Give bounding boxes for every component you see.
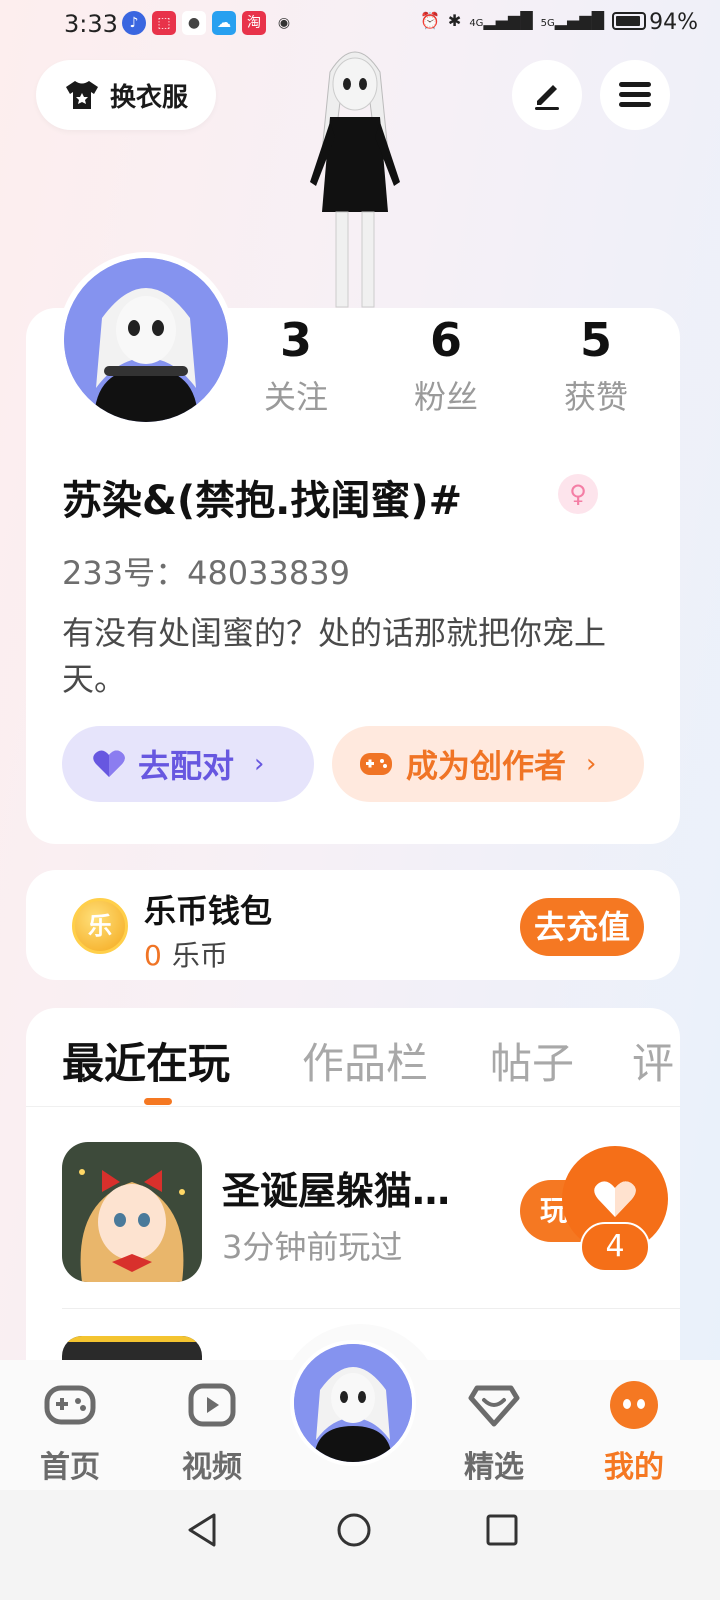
game-title[interactable]: 圣诞屋躲猫… xyxy=(222,1160,502,1215)
tabs-divider xyxy=(26,1106,680,1107)
nav-featured-label: 精选 xyxy=(464,1450,524,1485)
following-label: 关注 xyxy=(263,378,328,416)
home-circle-icon[interactable] xyxy=(336,1512,372,1548)
change-outfit-button[interactable]: 换衣服 xyxy=(36,60,216,130)
nav-me-label: 我的 xyxy=(604,1450,664,1485)
chevron-right-icon: › xyxy=(586,749,597,779)
fans-count: 6 xyxy=(429,313,462,367)
gamepad-icon xyxy=(44,1385,96,1425)
wechat-icon: ● xyxy=(182,11,206,35)
wallet-balance: 0 乐币 xyxy=(144,934,228,974)
menu-button[interactable] xyxy=(600,60,670,130)
alarm-icon: ⏰ xyxy=(419,11,440,30)
like-count: 4 xyxy=(580,1222,650,1272)
following-count: 3 xyxy=(279,313,312,367)
nav-video[interactable]: 视频 xyxy=(162,1380,262,1486)
taobao-icon: 淘 xyxy=(242,11,266,35)
profile-avatar[interactable] xyxy=(58,252,234,428)
bio: 有没有处闺蜜的？处的话那就把你宠上天。 xyxy=(62,614,607,698)
status-indicators: ⏰ ✱ 4G▂▄▆█ 5G▂▄▆█ xyxy=(420,11,646,30)
tshirt-icon xyxy=(65,81,98,109)
avatar-character[interactable] xyxy=(290,42,420,312)
profile-tabs: 最近在玩 作品栏 帖子 评 xyxy=(62,1030,680,1090)
female-gender-icon: ♀ xyxy=(558,474,598,514)
recharge-button[interactable]: 去充值 xyxy=(520,898,644,956)
nav-featured[interactable]: 精选 xyxy=(444,1380,544,1486)
stat-likes[interactable]: 5 获赞 xyxy=(536,312,656,418)
status-app-icons: ♪ ⬚ ● ☁ 淘 ◉ xyxy=(122,11,296,35)
bluetooth-icon: ✱ xyxy=(447,11,462,30)
likes-label: 获赞 xyxy=(563,378,628,416)
face-icon xyxy=(610,1381,658,1429)
become-creator-button[interactable]: 成为创作者 › xyxy=(332,726,644,802)
hamburger-menu-icon xyxy=(619,82,651,107)
pair-label: 去配对 xyxy=(138,747,235,785)
stat-following[interactable]: 3 关注 xyxy=(236,312,356,418)
tab-works[interactable]: 作品栏 xyxy=(302,1030,428,1090)
row-divider xyxy=(62,1308,680,1309)
gamepad-icon xyxy=(360,753,392,775)
pair-button[interactable]: 去配对 › xyxy=(62,726,314,802)
tab-recently-played[interactable]: 最近在玩 xyxy=(62,1030,230,1090)
shopping-app-icon: ⬚ xyxy=(152,11,176,35)
avatar-image xyxy=(294,1344,412,1462)
video-icon xyxy=(188,1383,236,1427)
signal-4g-icon: 4G▂▄▆█ xyxy=(469,11,533,30)
wallet-balance-unit: 乐币 xyxy=(171,939,228,972)
user-id: 233号：48033839 xyxy=(62,554,350,592)
fans-label: 粉丝 xyxy=(413,378,478,416)
nav-video-label: 视频 xyxy=(182,1450,242,1485)
battery-icon xyxy=(612,11,646,30)
nickname: 苏染&(禁抱.找闺蜜)# xyxy=(62,478,463,524)
heart-icon xyxy=(93,750,125,777)
recents-square-icon[interactable] xyxy=(486,1514,518,1546)
wallet-title: 乐币钱包 xyxy=(144,892,273,930)
status-time: 3:33 xyxy=(64,10,118,38)
nav-avatar[interactable] xyxy=(290,1340,416,1466)
stat-fans[interactable]: 6 粉丝 xyxy=(386,312,506,418)
chevron-right-icon: › xyxy=(254,749,265,779)
pencil-icon xyxy=(535,85,559,110)
music-app-icon: ♪ xyxy=(122,11,146,35)
tab-reviews[interactable]: 评 xyxy=(632,1030,674,1090)
tab-posts[interactable]: 帖子 xyxy=(490,1030,574,1090)
heart-gem-icon xyxy=(468,1385,520,1427)
coin-icon: 乐 xyxy=(72,898,128,954)
system-nav-bar xyxy=(0,1490,720,1600)
signal-5g-icon: 5G▂▄▆█ xyxy=(540,11,604,30)
become-creator-label: 成为创作者 xyxy=(406,747,567,785)
change-outfit-label: 换衣服 xyxy=(109,82,188,113)
nav-me[interactable]: 我的 xyxy=(584,1380,684,1486)
avatar-image xyxy=(64,258,228,422)
eye-icon: ◉ xyxy=(277,15,291,31)
game-cover-image xyxy=(62,1142,202,1282)
likes-count: 5 xyxy=(579,313,612,367)
nav-home-label: 首页 xyxy=(40,1450,100,1485)
back-icon[interactable] xyxy=(186,1512,218,1548)
game-last-played: 3分钟前玩过 xyxy=(222,1228,403,1266)
nav-home[interactable]: 首页 xyxy=(20,1380,120,1486)
active-tab-indicator xyxy=(144,1098,172,1105)
weather-app-icon: ☁ xyxy=(212,11,236,35)
game-thumbnail[interactable] xyxy=(62,1142,202,1282)
edit-profile-button[interactable] xyxy=(512,60,582,130)
heart-icon xyxy=(594,1181,636,1217)
wallet-balance-value: 0 xyxy=(144,939,162,972)
battery-percent: 94% xyxy=(649,10,698,35)
